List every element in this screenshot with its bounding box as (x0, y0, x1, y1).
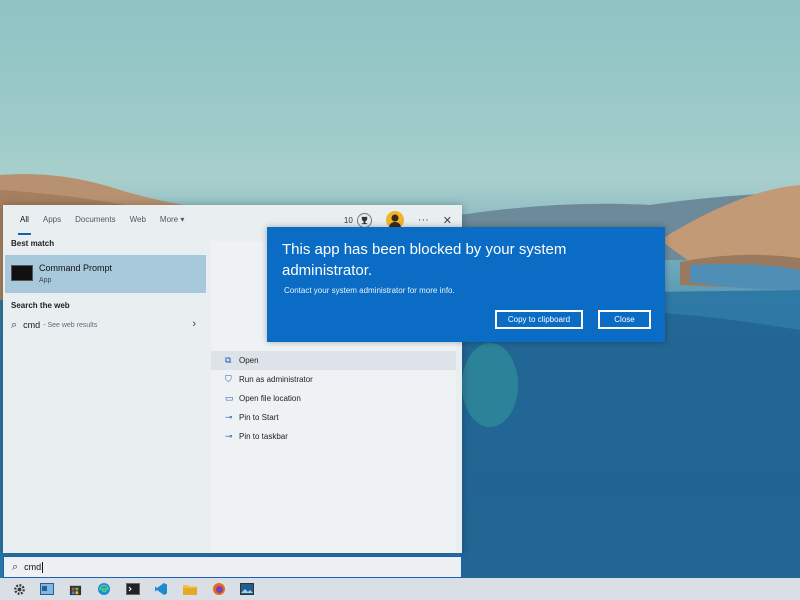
tab-documents[interactable]: Documents (68, 205, 122, 235)
results-pane: Best match Command Prompt App Search the… (3, 235, 208, 553)
action-run-as-administrator[interactable]: ⛉ Run as administrator (211, 370, 456, 389)
folder-icon: ▭ (225, 393, 234, 403)
action-label: Open (239, 356, 259, 365)
pin-icon: ⊸ (225, 412, 233, 422)
web-result-query: cmd (23, 320, 41, 330)
dialog-message: Contact your system administrator for mo… (284, 286, 455, 295)
action-label: Pin to taskbar (239, 432, 288, 441)
vscode-icon[interactable] (154, 582, 168, 596)
dialog-title: This app has been blocked by your system… (282, 241, 567, 279)
open-icon: ⧉ (225, 355, 232, 365)
photos-icon[interactable] (240, 582, 254, 596)
blocked-app-dialog: This app has been blocked by your system… (267, 227, 665, 342)
tab-more[interactable]: More ▾ (153, 205, 191, 235)
rewards-points[interactable]: 10 (343, 212, 372, 228)
action-label: Pin to Start (239, 413, 279, 422)
search-icon: ⌕ (12, 560, 19, 573)
search-bar[interactable]: ⌕ cmd (3, 556, 462, 578)
points-count: 10 (343, 215, 353, 225)
search-icon: ⌕ (11, 318, 18, 331)
best-match-title: Command Prompt (39, 263, 113, 273)
web-result-row[interactable]: ⌕ cmd - See web results › (5, 315, 206, 335)
shield-icon: ⛉ (225, 374, 232, 384)
store-icon[interactable] (68, 582, 82, 596)
taskbar (0, 578, 800, 600)
search-web-heading: Search the web (11, 301, 70, 310)
search-input[interactable]: cmd (24, 562, 41, 572)
best-match-heading: Best match (11, 239, 55, 248)
best-match-subtitle: App (39, 277, 52, 284)
settings-icon[interactable] (12, 582, 26, 596)
tab-all[interactable]: All (13, 205, 36, 235)
web-result-suffix: - See web results (43, 321, 98, 329)
terminal-icon[interactable] (126, 582, 140, 596)
trophy-icon (356, 212, 372, 228)
copy-to-clipboard-button[interactable]: Copy to clipboard (495, 310, 583, 329)
chevron-right-icon[interactable]: › (192, 318, 196, 330)
file-explorer-icon[interactable] (183, 582, 197, 596)
command-prompt-icon (11, 265, 33, 281)
close-icon[interactable]: ✕ (443, 214, 452, 227)
action-pin-to-taskbar[interactable]: ⊸ Pin to taskbar (211, 427, 456, 446)
pin-icon: ⊸ (225, 431, 233, 441)
action-pin-to-start[interactable]: ⊸ Pin to Start (211, 408, 456, 427)
text-caret (42, 561, 44, 573)
action-list: ⧉ Open ⛉ Run as administrator ▭ Open fil… (211, 351, 456, 446)
action-open[interactable]: ⧉ Open (211, 351, 456, 370)
task-view-icon[interactable] (40, 582, 54, 596)
edge-icon[interactable] (97, 582, 111, 596)
best-match-command-prompt[interactable]: Command Prompt App (5, 255, 206, 293)
tab-apps[interactable]: Apps (36, 205, 68, 235)
close-button[interactable]: Close (598, 310, 651, 329)
action-label: Open file location (239, 394, 301, 403)
action-label: Run as administrator (239, 375, 313, 384)
action-open-file-location[interactable]: ▭ Open file location (211, 389, 456, 408)
firefox-icon[interactable] (212, 582, 226, 596)
tab-web[interactable]: Web (123, 205, 153, 235)
more-options-icon[interactable]: ··· (418, 214, 429, 226)
